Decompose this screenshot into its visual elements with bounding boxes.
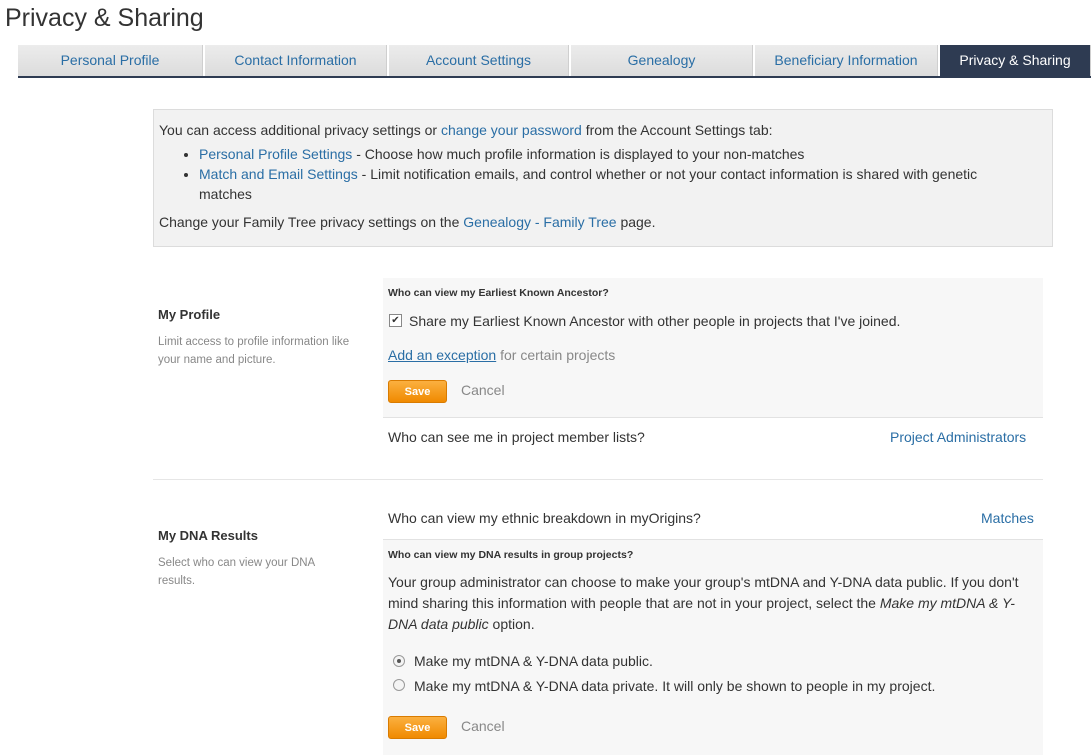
change-password-link[interactable]: change your password: [441, 122, 582, 138]
member-list-visibility-link[interactable]: Project Administrators: [890, 429, 1026, 445]
tab-account-settings[interactable]: Account Settings: [389, 45, 569, 76]
ancestor-checkbox[interactable]: ✔: [389, 314, 402, 327]
list-item: Personal Profile Settings - Choose how m…: [199, 144, 1052, 164]
tab-personal-profile[interactable]: Personal Profile: [18, 45, 203, 76]
tab-beneficiary-information[interactable]: Beneficiary Information: [755, 45, 938, 76]
page-title: Privacy & Sharing: [5, 4, 204, 32]
save-button[interactable]: Save: [388, 380, 447, 403]
ethnic-breakdown-visibility-link[interactable]: Matches: [981, 510, 1034, 526]
ethnic-breakdown-question: Who can view my ethnic breakdown in myOr…: [388, 510, 701, 526]
personal-profile-settings-link[interactable]: Personal Profile Settings: [199, 146, 352, 162]
family-tree-note: Change your Family Tree privacy settings…: [159, 214, 656, 230]
ancestor-question: Who can view my Earliest Known Ancestor?: [388, 287, 609, 299]
my-profile-heading: My Profile: [158, 307, 221, 322]
info-intro: You can access additional privacy settin…: [159, 122, 773, 138]
my-profile-description: Limit access to profile information like…: [158, 336, 350, 366]
save-button[interactable]: Save: [388, 716, 447, 739]
private-radio[interactable]: [393, 679, 405, 691]
private-radio-label: Make my mtDNA & Y-DNA data private. It w…: [414, 678, 936, 694]
public-radio-label: Make my mtDNA & Y-DNA data public.: [414, 653, 653, 669]
genealogy-family-tree-link[interactable]: Genealogy - Family Tree: [463, 214, 616, 230]
cancel-button[interactable]: Cancel: [461, 718, 505, 734]
my-dna-results-description: Select who can view your DNA results.: [158, 557, 315, 587]
tab-contact-information[interactable]: Contact Information: [205, 45, 387, 76]
info-list: Personal Profile Settings - Choose how m…: [159, 144, 1052, 204]
row-divider: [383, 417, 1043, 418]
public-radio[interactable]: [393, 655, 405, 667]
tab-bar: Personal Profile Contact Information Acc…: [18, 45, 1091, 78]
privacy-info-box: You can access additional privacy settin…: [153, 109, 1053, 247]
ancestor-checkbox-label: Share my Earliest Known Ancestor with ot…: [409, 313, 901, 329]
group-projects-explanation: Your group administrator can choose to m…: [388, 574, 1019, 632]
member-list-question: Who can see me in project member lists?: [388, 429, 645, 445]
my-dna-results-heading: My DNA Results: [158, 528, 258, 543]
cancel-button[interactable]: Cancel: [461, 382, 505, 398]
add-exception-link[interactable]: Add an exception: [388, 347, 496, 363]
tab-privacy-sharing[interactable]: Privacy & Sharing: [940, 45, 1091, 76]
group-projects-question: Who can view my DNA results in group pro…: [388, 549, 634, 561]
match-email-settings-link[interactable]: Match and Email Settings: [199, 166, 358, 182]
section-divider: [153, 479, 1043, 480]
tab-genealogy[interactable]: Genealogy: [571, 45, 753, 76]
list-item: Match and Email Settings - Limit notific…: [199, 164, 1052, 204]
exception-line: Add an exception for certain projects: [388, 347, 616, 363]
